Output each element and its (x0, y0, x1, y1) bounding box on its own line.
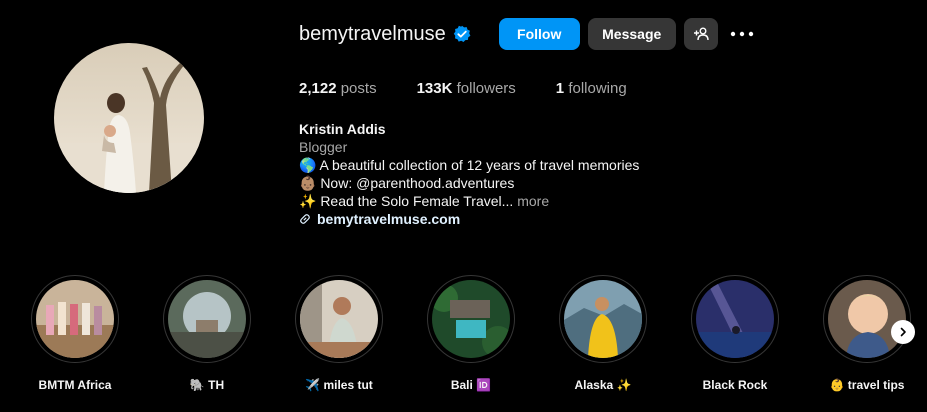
posts-count: 2,122 (299, 80, 337, 97)
bio-more-link[interactable]: more (517, 193, 549, 209)
followers-stat[interactable]: 133K followers (417, 80, 516, 97)
story-highlights: BMTM Africa 🐘 TH ✈️ miles tut Bali 🆔 Ala… (0, 275, 927, 395)
highlight-item[interactable]: Black Rock (685, 275, 785, 392)
highlight-cover (295, 275, 383, 363)
posts-label: posts (340, 80, 377, 97)
highlight-cover (163, 275, 251, 363)
highlights-next-button[interactable] (891, 320, 915, 344)
highlight-cover (691, 275, 779, 363)
highlight-image (828, 280, 906, 358)
highlight-item[interactable]: Alaska ✨ (553, 275, 653, 392)
bio-line-2: 👶🏽 Now: @parenthood.adventures (299, 175, 515, 191)
highlight-label: 👶 travel tips (829, 378, 905, 392)
highlight-cover (427, 275, 515, 363)
highlight-label: 🐘 TH (189, 378, 225, 392)
profile-avatar[interactable] (54, 43, 204, 193)
posts-stat: 2,122 posts (299, 80, 377, 97)
highlight-item[interactable]: Bali 🆔 (421, 275, 521, 392)
chevron-right-icon (900, 327, 906, 337)
highlight-image (168, 280, 246, 358)
highlight-item[interactable]: ✈️ miles tut (289, 275, 389, 392)
follow-button[interactable]: Follow (498, 18, 580, 50)
profile-username: bemytravelmuse (299, 22, 446, 45)
highlight-cover (559, 275, 647, 363)
highlight-image (300, 280, 378, 358)
bio-category: Blogger (299, 139, 348, 155)
following-count: 1 (555, 80, 565, 97)
add-user-button[interactable] (683, 18, 718, 50)
highlight-cover (31, 275, 119, 363)
message-button[interactable]: Message (587, 18, 676, 50)
add-user-icon (693, 27, 709, 41)
link-icon (300, 214, 310, 224)
followers-count: 133K (416, 80, 453, 97)
bio-website-link[interactable]: bemytravelmuse.com (299, 210, 639, 228)
highlight-label: ✈️ miles tut (305, 378, 373, 392)
bio-line-1: 🌎 A beautiful collection of 12 years of … (299, 157, 640, 173)
highlight-image (696, 280, 774, 358)
more-options-button[interactable] (726, 18, 758, 50)
bio-full-name: Kristin Addis (299, 121, 386, 137)
highlight-cover (823, 275, 911, 363)
highlight-item[interactable]: 🐘 TH (157, 275, 257, 392)
highlight-label: Alaska ✨ (574, 378, 632, 392)
profile-stats: 2,122 posts 133K followers 1 following (299, 80, 627, 97)
highlight-image (432, 280, 510, 358)
highlight-item[interactable]: BMTM Africa (25, 275, 125, 392)
highlight-label: BMTM Africa (38, 378, 112, 392)
profile-bio: Kristin Addis Blogger 🌎 A beautiful coll… (299, 120, 639, 228)
bio-line-3-wrap: ✨ Read the Solo Female Travel... more (299, 192, 639, 210)
avatar-image (54, 43, 204, 193)
bio-line-3: ✨ Read the Solo Female Travel... (299, 193, 514, 209)
highlight-image (36, 280, 114, 358)
following-label: following (568, 80, 627, 97)
followers-label: followers (456, 80, 516, 97)
highlight-image (564, 280, 642, 358)
following-stat[interactable]: 1 following (556, 80, 627, 97)
profile-actions-row: bemytravelmuse Follow Message (299, 18, 758, 50)
bio-website-text: bemytravelmuse.com (317, 211, 461, 227)
more-options-icon (730, 31, 753, 37)
verified-badge-icon (453, 25, 471, 43)
highlight-label: Bali 🆔 (450, 378, 492, 392)
highlight-label: Black Rock (702, 378, 768, 392)
